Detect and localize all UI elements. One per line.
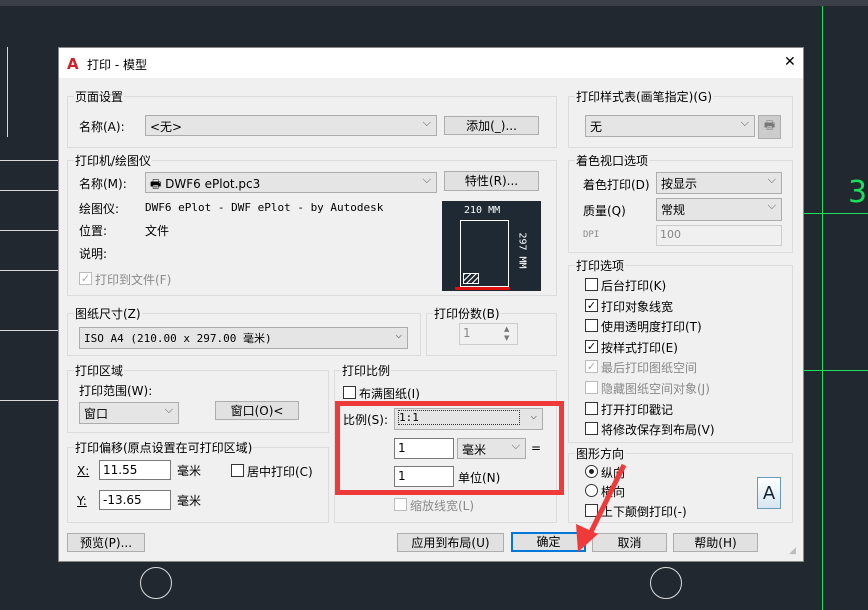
annotation-arrow bbox=[576, 463, 627, 552]
arrow-shaft bbox=[585, 463, 627, 540]
